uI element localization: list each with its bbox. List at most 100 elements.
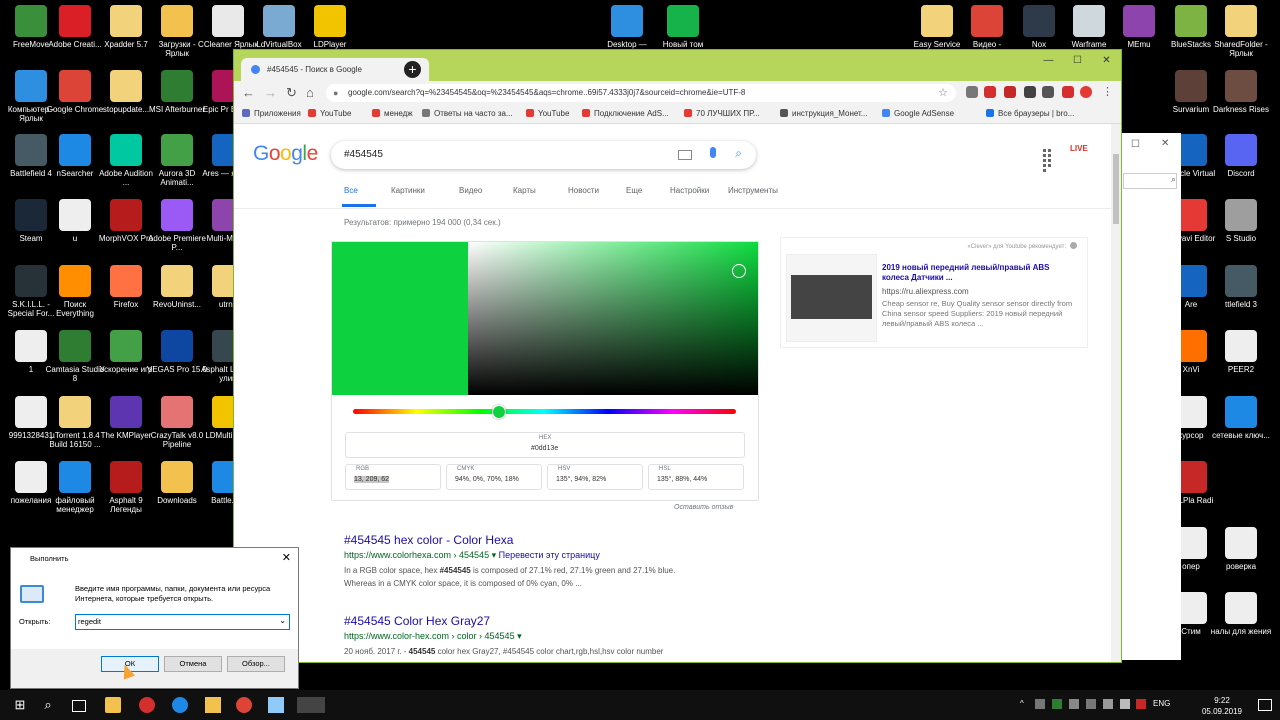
result-title[interactable]: #454545 hex color - Color Hexa [344, 533, 675, 547]
tab-news[interactable]: Новости [568, 186, 599, 195]
result-title[interactable]: #454545 Color Hex Gray27 [344, 614, 663, 628]
close-icon[interactable]: ✕ [282, 551, 291, 564]
desktop-icon[interactable]: SharedFolder - Ярлык [1210, 5, 1272, 58]
keyboard-icon[interactable] [678, 150, 692, 160]
hex-field[interactable]: HEX #0dd13e [345, 432, 745, 458]
desktop-icon[interactable]: Новый том [652, 5, 714, 49]
desktop-icon[interactable]: S Studio [1210, 199, 1272, 243]
google-logo[interactable]: Google [253, 142, 318, 166]
account-avatar[interactable]: LIVE [1070, 144, 1088, 153]
bookmark-item[interactable]: менедж [372, 109, 413, 118]
minimize-button[interactable]: — [1034, 51, 1063, 71]
hsv-field[interactable]: HSV 135°, 94%, 82% [547, 464, 643, 490]
home-button[interactable]: ⌂ [306, 85, 314, 100]
tray-icon[interactable] [1086, 699, 1096, 709]
tab-settings[interactable]: Настройки [670, 186, 709, 195]
maximize-icon[interactable]: ☐ [1131, 139, 1140, 150]
tab-maps[interactable]: Карты [513, 186, 536, 195]
bookmark-item[interactable]: YouTube [308, 109, 351, 118]
bookmark-star-icon[interactable]: ☆ [938, 84, 948, 102]
page-scrollbar[interactable] [1111, 124, 1121, 662]
tab-tools[interactable]: Инструменты [728, 186, 778, 195]
chrome-icon[interactable] [236, 697, 252, 713]
search-input[interactable]: #454545 ⌕ [331, 141, 756, 169]
desktop-icon[interactable]: Desktop — [596, 5, 658, 49]
volume-icon[interactable] [1120, 699, 1130, 709]
bookmark-item[interactable]: Все браузеры | bro... [986, 109, 1074, 118]
opera-icon[interactable] [139, 697, 155, 713]
close-button[interactable]: ✕ [1092, 51, 1121, 71]
address-bar[interactable]: ● google.com/search?q=%23454545&oq=%2345… [326, 84, 956, 102]
tray-expand-icon[interactable]: ^ [1020, 699, 1024, 708]
background-window-search[interactable]: ⌕ [1123, 173, 1177, 189]
cancel-button[interactable]: Отмена [164, 656, 222, 672]
run-input[interactable]: regedit ⌄ [75, 614, 290, 630]
desktop-icon[interactable]: Darkness Rises [1210, 70, 1272, 114]
ad-title[interactable]: 2019 новый передний левый/правый ABS кол… [882, 263, 1078, 283]
search-icon[interactable]: ⌕ [735, 146, 742, 161]
close-icon[interactable] [1070, 242, 1077, 249]
store-icon[interactable] [105, 697, 121, 713]
cmyk-field[interactable]: CMYK 94%, 0%, 70%, 18% [446, 464, 542, 490]
profile-icon[interactable] [1080, 86, 1092, 98]
translate-link[interactable]: Перевести эту страницу [499, 550, 600, 560]
browser-tab[interactable]: #454545 - Поиск в Google × [241, 58, 429, 81]
hue-handle[interactable] [492, 405, 506, 419]
extension-icon[interactable] [966, 86, 978, 98]
desktop-icon[interactable]: сетевые ключ... [1210, 396, 1272, 440]
close-icon[interactable]: ✕ [1161, 138, 1169, 149]
sv-handle[interactable] [732, 264, 746, 278]
back-button[interactable]: ← [242, 85, 255, 100]
clock[interactable]: 9:22 05.09.2019 [1200, 695, 1244, 717]
extension-icon[interactable] [1024, 86, 1036, 98]
edge-icon[interactable] [172, 697, 188, 713]
menu-icon[interactable]: ⋮ [1102, 85, 1113, 98]
notifications-icon[interactable] [1258, 699, 1272, 711]
tab-video[interactable]: Видео [459, 186, 482, 195]
rgb-field[interactable]: RGB 13, 209, 62 [345, 464, 441, 490]
extension-icon[interactable] [1042, 86, 1054, 98]
maximize-button[interactable]: ☐ [1063, 51, 1092, 71]
hsl-field[interactable]: HSL 135°, 88%, 44% [648, 464, 744, 490]
microphone-icon[interactable] [710, 147, 716, 158]
tab-all[interactable]: Все [344, 186, 358, 195]
tray-icon[interactable] [1136, 699, 1146, 709]
extension-icon[interactable] [984, 86, 996, 98]
desktop-icon[interactable]: роверка [1210, 527, 1272, 571]
ad-card[interactable]: «Clever» для Youtube рекомендует: 2019 н… [780, 237, 1088, 348]
tray-icon[interactable] [1069, 699, 1079, 709]
apps-grid-icon[interactable] [1042, 148, 1056, 172]
tab-more[interactable]: Еще [626, 186, 642, 195]
search-icon[interactable]: ⌕ [40, 697, 56, 713]
bookmark-item[interactable]: инструкция_Монет... [780, 109, 868, 118]
extension-icon[interactable] [1004, 86, 1016, 98]
chevron-down-icon[interactable]: ⌄ [279, 616, 286, 625]
desktop-icon[interactable]: LDPlayer [299, 5, 361, 49]
desktop-icon[interactable]: налы для жения [1210, 592, 1272, 636]
extension-icon[interactable] [1062, 86, 1074, 98]
bookmark-item[interactable]: YouTube [526, 109, 569, 118]
bookmark-item[interactable]: Подключение AdS... [582, 109, 669, 118]
network-icon[interactable] [1103, 699, 1113, 709]
file-explorer-icon[interactable] [205, 697, 221, 713]
task-view-icon[interactable] [72, 700, 86, 712]
desktop-icon[interactable]: PEER2 [1210, 330, 1272, 374]
tab-images[interactable]: Картинки [391, 186, 425, 195]
bookmark-item[interactable]: Ответы на часто за... [422, 109, 513, 118]
bookmark-item[interactable]: Google AdSense [882, 109, 954, 118]
taskbar-app-icon[interactable] [268, 697, 284, 713]
desktop-icon[interactable]: ttlefield 3 [1210, 265, 1272, 309]
new-tab-button[interactable]: + [404, 61, 421, 78]
saturation-value-area[interactable] [468, 242, 758, 395]
forward-button[interactable]: → [264, 85, 277, 100]
reload-button[interactable]: ↻ [286, 85, 297, 101]
start-button[interactable]: ⊞ [12, 697, 28, 713]
browse-button[interactable]: Обзор... [227, 656, 285, 672]
feedback-link[interactable]: Оставить отзыв [674, 504, 733, 511]
bookmark-item[interactable]: 70 ЛУЧШИХ ПР... [684, 109, 760, 118]
bookmark-item[interactable]: Приложения [242, 109, 301, 118]
tray-icon[interactable] [1052, 699, 1062, 709]
desktop-icon[interactable]: Discord [1210, 134, 1272, 178]
language-indicator[interactable]: ENG [1153, 699, 1170, 708]
scrollbar-thumb[interactable] [1113, 154, 1119, 224]
